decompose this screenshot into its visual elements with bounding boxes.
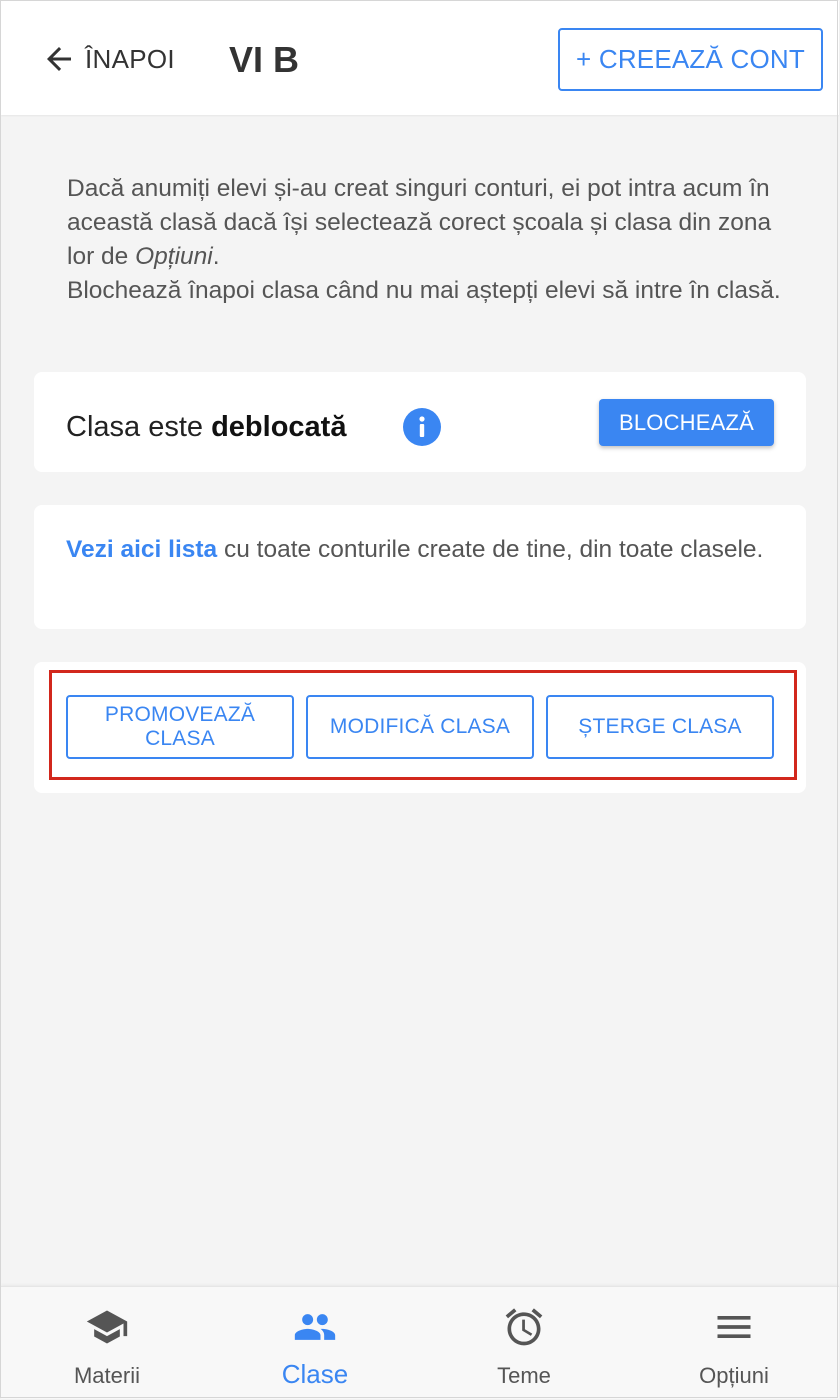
class-actions-card: PROMOVEAZĂ CLASA MODIFICĂ CLASA ȘTERGE C…	[34, 662, 806, 793]
lock-status-text: Clasa este deblocată	[66, 372, 346, 472]
intro-options-italic: Opțiuni	[135, 243, 213, 270]
delete-class-label: ȘTERGE CLASA	[578, 715, 742, 738]
accounts-list-link[interactable]: Vezi aici lista	[66, 536, 217, 563]
arrow-left-icon	[47, 47, 71, 71]
lock-status-value: deblocată	[211, 411, 347, 443]
lock-status-prefix: Clasa este	[66, 411, 212, 443]
create-account-button[interactable]: + CREEAZĂ CONT	[558, 28, 823, 91]
nav-label-teme: Teme	[497, 1363, 551, 1388]
intro-part2: .	[212, 243, 220, 270]
promote-class-button[interactable]: PROMOVEAZĂ CLASA	[66, 695, 294, 759]
nav-item-teme[interactable]: Teme	[434, 1287, 614, 1399]
accounts-list-card: Vezi aici lista cu toate conturile creat…	[34, 505, 806, 629]
delete-class-button[interactable]: ȘTERGE CLASA	[546, 695, 774, 759]
intro-text: Dacă anumiți elevi și-au creat singuri c…	[67, 172, 797, 308]
bottom-navigation: Materii Clase Teme Opțiuni	[1, 1286, 839, 1399]
nav-label-materii: Materii	[73, 1363, 140, 1388]
modify-class-label: MODIFICĂ CLASA	[329, 715, 511, 738]
alarm-clock-icon	[505, 1308, 543, 1346]
page-title: VI B	[229, 39, 300, 80]
nav-label-clase: Clase	[281, 1359, 349, 1389]
nav-item-optiuni[interactable]: Opțiuni	[644, 1287, 824, 1399]
block-class-button[interactable]: BLOCHEAZĂ	[599, 399, 774, 446]
nav-label-optiuni: Opțiuni	[699, 1363, 769, 1388]
back-button[interactable]: ÎNAPOI	[41, 37, 175, 81]
intro-paragraph: Dacă anumiți elevi și-au creat singuri c…	[67, 172, 797, 274]
intro-line2: Blochează înapoi clasa când nu mai aștep…	[67, 277, 781, 304]
menu-icon	[717, 1316, 751, 1338]
people-icon	[294, 1314, 336, 1340]
nav-item-materii[interactable]: Materii	[17, 1287, 197, 1399]
top-bar: ÎNAPOI VI B + CREEAZĂ CONT	[1, 1, 839, 115]
accounts-list-text: Vezi aici lista cu toate conturile creat…	[66, 533, 786, 567]
info-icon[interactable]	[403, 408, 441, 446]
lock-status-card: Clasa este deblocată BLOCHEAZĂ	[34, 372, 806, 472]
accounts-list-rest: cu toate conturile create de tine, din t…	[217, 536, 764, 563]
modify-class-button[interactable]: MODIFICĂ CLASA	[306, 695, 534, 759]
promote-class-label: PROMOVEAZĂ CLASA	[104, 703, 256, 750]
info-icon-glyph	[419, 416, 425, 437]
back-label: ÎNAPOI	[85, 43, 175, 74]
graduation-cap-icon	[86, 1310, 128, 1344]
nav-item-clase[interactable]: Clase	[225, 1287, 405, 1399]
